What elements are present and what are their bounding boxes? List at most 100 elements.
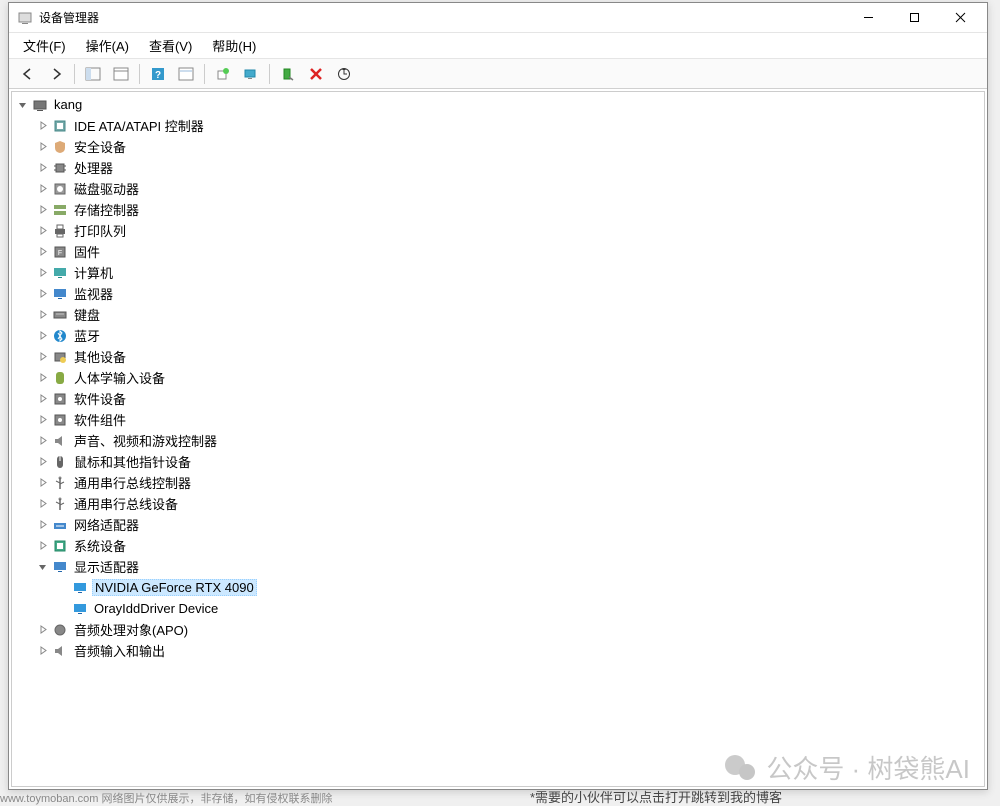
- tree-item-20[interactable]: 系统设备: [14, 535, 982, 556]
- tree-item-5[interactable]: 打印队列: [14, 220, 982, 241]
- other-icon: [52, 349, 68, 365]
- tree-item-19[interactable]: 网络适配器: [14, 514, 982, 535]
- help-button[interactable]: ?: [145, 62, 171, 86]
- expander-icon[interactable]: [14, 97, 30, 113]
- forward-button[interactable]: [43, 62, 69, 86]
- usb-icon: [52, 496, 68, 512]
- print-icon: [52, 223, 68, 239]
- tree-item-10[interactable]: 蓝牙: [14, 325, 982, 346]
- sw-icon: [52, 412, 68, 428]
- svg-text:F: F: [58, 250, 62, 257]
- tree-item-label: 软件组件: [72, 410, 128, 429]
- tree-item-12[interactable]: 人体学输入设备: [14, 367, 982, 388]
- expander-icon[interactable]: [34, 307, 50, 323]
- close-button[interactable]: [937, 4, 983, 32]
- expander-icon[interactable]: [34, 202, 50, 218]
- tree-item-label: 音频输入和输出: [72, 641, 167, 660]
- bt-icon: [52, 328, 68, 344]
- show-hide-tree-button[interactable]: [80, 62, 106, 86]
- expander-icon[interactable]: [34, 517, 50, 533]
- tree-item-18[interactable]: 通用串行总线设备: [14, 493, 982, 514]
- tree-item-23[interactable]: 音频输入和输出: [14, 640, 982, 661]
- tree-item-label: 通用串行总线设备: [72, 494, 180, 513]
- expander-icon[interactable]: [34, 559, 50, 575]
- tree-item-9[interactable]: 键盘: [14, 304, 982, 325]
- tree-item-label: 蓝牙: [72, 326, 102, 345]
- expander-icon[interactable]: [34, 223, 50, 239]
- expander-icon[interactable]: [34, 412, 50, 428]
- tree-item-17[interactable]: 通用串行总线控制器: [14, 472, 982, 493]
- toolbar-separator: [139, 64, 140, 84]
- tree-item-label: 通用串行总线控制器: [72, 473, 193, 492]
- expander-icon[interactable]: [34, 118, 50, 134]
- expander-icon[interactable]: [34, 349, 50, 365]
- tree-item-label: 软件设备: [72, 389, 128, 408]
- tree-item-label: 声音、视频和游戏控制器: [72, 431, 219, 450]
- toolbar-separator: [269, 64, 270, 84]
- tree-item-6[interactable]: F固件: [14, 241, 982, 262]
- tree-item-14[interactable]: 软件组件: [14, 409, 982, 430]
- titlebar: 设备管理器: [9, 3, 987, 33]
- expander-icon[interactable]: [34, 454, 50, 470]
- tree-item-8[interactable]: 监视器: [14, 283, 982, 304]
- tree-item-label: OrayIddDriver Device: [92, 601, 220, 616]
- expander-icon[interactable]: [34, 475, 50, 491]
- tree-item-0[interactable]: IDE ATA/ATAPI 控制器: [14, 115, 982, 136]
- scan-hardware-button[interactable]: [331, 62, 357, 86]
- maximize-button[interactable]: [891, 4, 937, 32]
- expander-icon[interactable]: [34, 391, 50, 407]
- tree-item-7[interactable]: 计算机: [14, 262, 982, 283]
- expander-icon[interactable]: [34, 433, 50, 449]
- expander-icon[interactable]: [34, 244, 50, 260]
- menu-view[interactable]: 查看(V): [139, 32, 202, 59]
- kb-icon: [52, 307, 68, 323]
- scan-button[interactable]: [238, 62, 264, 86]
- menu-help[interactable]: 帮助(H): [202, 32, 266, 59]
- tree-item-1[interactable]: 安全设备: [14, 136, 982, 157]
- minimize-button[interactable]: [845, 4, 891, 32]
- expander-icon[interactable]: [34, 538, 50, 554]
- menu-action[interactable]: 操作(A): [76, 32, 139, 59]
- expander-icon[interactable]: [34, 328, 50, 344]
- properties2-button[interactable]: [173, 62, 199, 86]
- tree-item-21[interactable]: 显示适配器: [14, 556, 982, 577]
- device-tree: kang IDE ATA/ATAPI 控制器安全设备处理器磁盘驱动器存储控制器打印…: [14, 94, 982, 661]
- snd-icon: [52, 433, 68, 449]
- device-tree-area[interactable]: kang IDE ATA/ATAPI 控制器安全设备处理器磁盘驱动器存储控制器打印…: [11, 91, 985, 787]
- toolbar-separator: [204, 64, 205, 84]
- tree-item-22[interactable]: 音频处理对象(APO): [14, 619, 982, 640]
- expander-icon[interactable]: [34, 622, 50, 638]
- expander-icon[interactable]: [34, 181, 50, 197]
- tree-item-16[interactable]: 鼠标和其他指针设备: [14, 451, 982, 472]
- tree-item-21-1[interactable]: OrayIddDriver Device: [14, 598, 982, 619]
- tree-item-13[interactable]: 软件设备: [14, 388, 982, 409]
- tree-item-label: NVIDIA GeForce RTX 4090: [92, 579, 257, 596]
- menu-file[interactable]: 文件(F): [13, 32, 76, 59]
- tree-item-root[interactable]: kang: [14, 94, 982, 115]
- uninstall-button[interactable]: [303, 62, 329, 86]
- expander-icon[interactable]: [34, 370, 50, 386]
- pc-icon: [32, 97, 48, 113]
- tree-item-21-0[interactable]: NVIDIA GeForce RTX 4090: [14, 577, 982, 598]
- tree-item-3[interactable]: 磁盘驱动器: [14, 178, 982, 199]
- tree-item-2[interactable]: 处理器: [14, 157, 982, 178]
- tree-item-15[interactable]: 声音、视频和游戏控制器: [14, 430, 982, 451]
- sys-icon: [52, 538, 68, 554]
- expander-icon[interactable]: [34, 265, 50, 281]
- apo-icon: [52, 622, 68, 638]
- expander-icon[interactable]: [34, 496, 50, 512]
- properties-button[interactable]: [108, 62, 134, 86]
- expander-icon[interactable]: [34, 286, 50, 302]
- enable-button[interactable]: [275, 62, 301, 86]
- expander-icon[interactable]: [34, 643, 50, 659]
- tree-item-label: kang: [52, 97, 84, 112]
- tree-item-11[interactable]: 其他设备: [14, 346, 982, 367]
- expander-icon[interactable]: [34, 139, 50, 155]
- gpu-icon: [72, 601, 88, 617]
- expander-icon[interactable]: [34, 160, 50, 176]
- tree-item-label: 存储控制器: [72, 200, 141, 219]
- tree-item-4[interactable]: 存储控制器: [14, 199, 982, 220]
- tree-item-label: 监视器: [72, 284, 115, 303]
- back-button[interactable]: [15, 62, 41, 86]
- update-driver-button[interactable]: [210, 62, 236, 86]
